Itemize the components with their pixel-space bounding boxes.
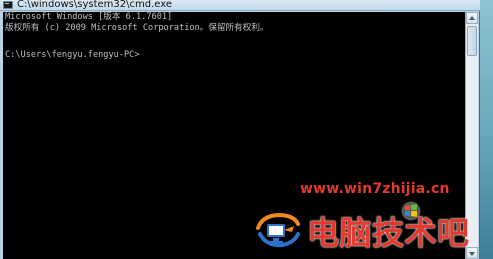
scroll-up-button[interactable] [466, 12, 478, 24]
desktop-background [478, 0, 493, 259]
watermark-url: www.win7zhijia.cn [300, 181, 450, 197]
arrow-down-icon [469, 252, 475, 256]
brand-logo-icon [256, 212, 300, 248]
console-line-copyright: 版权所有 (c) 2009 Microsoft Corporation。保留所有… [5, 23, 269, 33]
console-line-version: Microsoft Windows [版本 6.1.7601] [5, 12, 173, 22]
console-prompt[interactable]: C:\Users\fengyu.fengyu-PC> [5, 50, 140, 61]
scroll-thumb[interactable] [467, 26, 477, 56]
window-titlebar[interactable]: C:\windows\system32\cmd.exe [0, 0, 480, 11]
window-title: C:\windows\system32\cmd.exe [17, 0, 172, 10]
arrow-up-icon [469, 16, 475, 20]
screen: C:\windows\system32\cmd.exe Microsoft Wi… [0, 0, 493, 259]
cmd-icon [3, 1, 13, 9]
watermark-brand: 电脑技术吧 [307, 214, 470, 252]
